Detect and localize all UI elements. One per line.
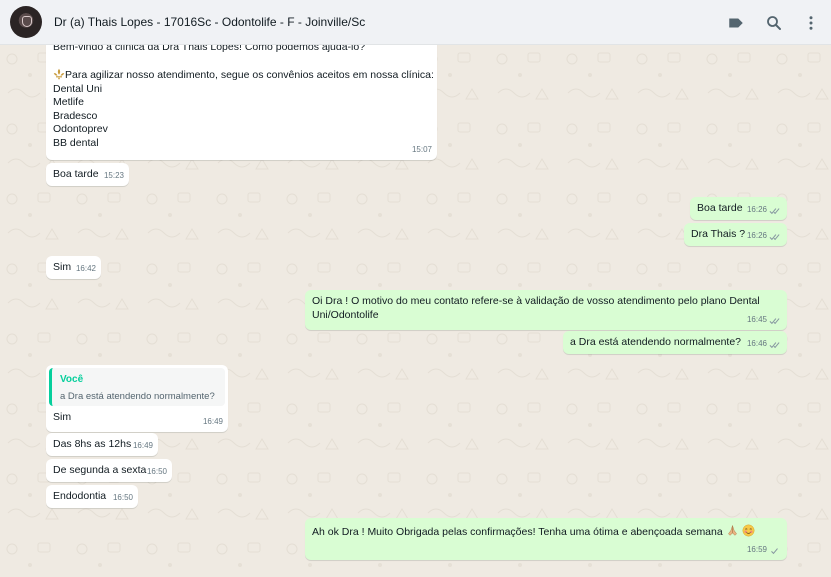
quoted-author: Você (60, 374, 84, 385)
message-text: a Dra está atendendo normalmente? (570, 336, 742, 348)
read-ticks-icon (769, 208, 780, 215)
message-time: 16:42 (75, 263, 96, 273)
message-text: Sim (53, 411, 72, 423)
message-text: Bem-vindo a clínica da Dra Thais Lopes! … (53, 45, 366, 53)
message-text: Uni/Odontolife (312, 308, 379, 321)
message-outgoing[interactable]: Oi Dra ! O motivo do meu contato refere-… (305, 290, 787, 330)
message-incoming[interactable]: Boa tarde 15:23 (46, 163, 129, 186)
contact-name[interactable]: Dr (a) Thais Lopes - 17016Sc - Odontolif… (54, 15, 365, 29)
message-incoming[interactable]: Sim 16:42 (46, 256, 101, 279)
message-outgoing[interactable]: Dra Thais ? 16:26 (684, 223, 787, 246)
message-text: Boa tarde (697, 202, 743, 214)
praying-hands-icon (727, 525, 737, 536)
read-ticks-icon (769, 318, 780, 325)
message-time: 16:49 (202, 416, 223, 426)
message-time: 16:50 (146, 466, 167, 476)
contact-avatar[interactable] (10, 6, 42, 38)
read-ticks-icon (769, 234, 780, 241)
message-time: 16:59 (746, 544, 767, 554)
message-outgoing[interactable]: Boa tarde 16:26 (690, 197, 787, 220)
quoted-text: a Dra está atendendo normalmente? (60, 391, 215, 402)
message-outgoing[interactable]: Ah ok Dra ! Muito Obrigada pelas confirm… (305, 518, 787, 560)
message-incoming[interactable]: De segunda a sexta 16:50 (46, 459, 172, 482)
search-icon[interactable] (765, 14, 783, 32)
message-text: Das 8hs as 12hs (53, 438, 132, 450)
message-text: Sim (53, 261, 72, 273)
menu-icon[interactable] (802, 14, 820, 32)
message-time: 15:23 (103, 170, 124, 180)
message-incoming[interactable]: Das 8hs as 12hs 16:49 (46, 433, 158, 456)
message-time: 16:46 (746, 338, 767, 348)
message-text (53, 55, 430, 69)
message-time: 16:49 (132, 440, 153, 450)
message-time: 16:45 (746, 314, 767, 324)
chat-header: Dr (a) Thais Lopes - 17016Sc - Odontolif… (0, 0, 831, 45)
message-text: BB dental (53, 136, 99, 149)
message-text: Odontoprev (53, 123, 108, 135)
message-incoming-reply[interactable]: Você a Dra está atendendo normalmente? S… (46, 365, 228, 432)
message-text: Boa tarde (53, 168, 99, 180)
message-text: Endodontia (53, 490, 107, 502)
message-text: Oi Dra ! O motivo do meu contato refere-… (312, 295, 760, 307)
fleur-de-lis-icon (53, 68, 65, 80)
message-time: 16:26 (746, 230, 767, 240)
message-time: 16:50 (112, 492, 133, 502)
conversation-panel[interactable]: Bem-vindo a clínica da Dra Thais Lopes! … (0, 45, 831, 577)
quoted-message[interactable]: Você a Dra está atendendo normalmente? (49, 368, 225, 406)
delivered-tick-icon (771, 548, 778, 555)
message-text: Dental Uni (53, 82, 103, 95)
read-ticks-icon (769, 342, 780, 349)
label-icon[interactable] (727, 14, 745, 32)
message-incoming-welcome[interactable]: Bem-vindo a clínica da Dra Thais Lopes! … (46, 45, 437, 160)
message-text: Metlife (53, 96, 84, 108)
message-time: 16:26 (746, 204, 767, 214)
message-text: Dra Thais ? (691, 228, 746, 240)
message-outgoing[interactable]: a Dra está atendendo normalmente? 16:46 (563, 331, 787, 354)
smiling-face-icon (742, 524, 754, 537)
message-time: 15:07 (411, 144, 432, 154)
message-incoming[interactable]: Endodontia 16:50 (46, 485, 138, 508)
message-text: Ah ok Dra ! Muito Obrigada pelas confirm… (312, 524, 780, 540)
message-text: De segunda a sexta (53, 464, 147, 476)
message-text: Para agilizar nosso atendimento, segue o… (53, 68, 434, 83)
message-text: Bradesco (53, 109, 98, 122)
